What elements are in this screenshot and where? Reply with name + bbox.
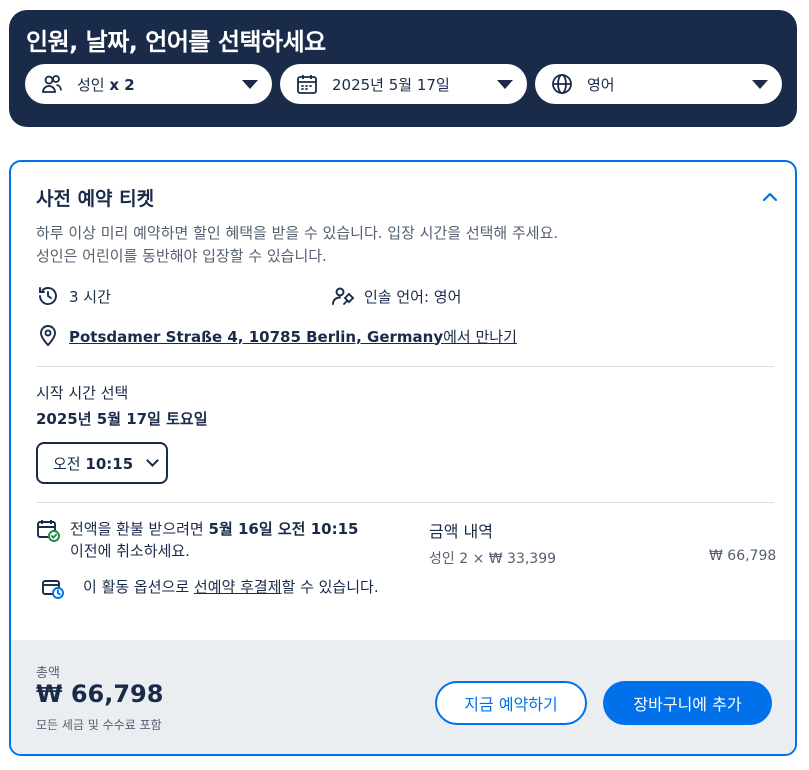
add-to-cart-button[interactable]: 장바구니에 추가 — [603, 681, 772, 725]
time-value: 오전 10:15 — [53, 454, 134, 473]
duration-row: 3 시간 — [36, 284, 111, 308]
caret-down-icon — [497, 79, 513, 89]
checkout-footer: 총액 ₩ 66,798 모든 세금 및 수수료 포함 지금 예약하기 장바구니에… — [11, 640, 795, 754]
price-line-total: ₩ 66,798 — [709, 548, 777, 564]
language-select[interactable]: 영어 — [535, 64, 782, 104]
duration-text: 3 시간 — [69, 287, 111, 306]
participants-value: 성인 x 2 — [77, 75, 135, 94]
guide-icon — [331, 284, 355, 308]
globe-icon — [551, 73, 573, 95]
card-description: 하루 이상 미리 예약하면 할인 혜택을 받을 수 있습니다. 입장 시간을 선… — [36, 224, 559, 265]
people-icon — [41, 73, 63, 95]
meeting-point-link[interactable]: Potsdamer Straße 4, 10785 Berlin, German… — [69, 326, 517, 347]
caret-down-icon — [242, 79, 258, 89]
start-time-label: 시작 시간 선택 — [36, 384, 129, 402]
refund-note: 전액을 환불 받으려면 5월 16일 오전 10:15 이전에 취소하세요. — [36, 518, 376, 562]
reserve-text: 이 활동 옵션으로 선예약 후결제할 수 있습니다. — [83, 578, 379, 596]
clock-history-icon — [36, 284, 60, 308]
refund-text: 전액을 환불 받으려면 5월 16일 오전 10:15 이전에 취소하세요. — [70, 520, 359, 560]
total-price: ₩ 66,798 — [36, 680, 164, 708]
time-select[interactable]: 오전 10:15 — [36, 442, 168, 484]
language-value: 영어 — [587, 75, 615, 94]
selected-date: 2025년 5월 17일 토요일 — [36, 410, 208, 428]
card-title: 사전 예약 티켓 — [36, 188, 155, 210]
participants-select[interactable]: 성인 x 2 — [25, 64, 272, 104]
reserve-note: 이 활동 옵션으로 선예약 후결제할 수 있습니다. — [41, 576, 381, 600]
header-title: 인원, 날짜, 언어를 선택하세요 — [26, 28, 326, 56]
divider — [36, 502, 774, 503]
price-line-label: 성인 2 × ₩ 33,399 — [429, 551, 557, 567]
guide-language-text: 인솔 언어: 영어 — [364, 287, 462, 306]
chevron-up-icon[interactable] — [759, 186, 781, 208]
total-label: 총액 — [36, 666, 60, 681]
date-value: 2025년 5월 17일 — [332, 75, 450, 94]
wallet-clock-icon — [41, 576, 65, 600]
price-breakdown-title: 금액 내역 — [429, 522, 493, 541]
meeting-point-row: Potsdamer Straße 4, 10785 Berlin, German… — [36, 324, 517, 348]
reserve-now-pay-later-link[interactable]: 선예약 후결제 — [194, 578, 282, 596]
caret-down-icon — [752, 79, 768, 89]
chevron-down-icon — [146, 454, 160, 467]
selection-header: 인원, 날짜, 언어를 선택하세요 성인 x 2 2025년 5월 17일 영어 — [9, 10, 797, 127]
calendar-check-icon — [36, 518, 60, 542]
divider — [36, 366, 774, 367]
ticket-option-card: 사전 예약 티켓 하루 이상 미리 예약하면 할인 혜택을 받을 수 있습니다.… — [9, 160, 797, 756]
book-now-button[interactable]: 지금 예약하기 — [435, 681, 587, 725]
tax-note: 모든 세금 및 수수료 포함 — [36, 718, 162, 732]
date-select[interactable]: 2025년 5월 17일 — [280, 64, 527, 104]
calendar-icon — [296, 73, 318, 95]
location-pin-icon — [36, 324, 60, 348]
guide-language-row: 인솔 언어: 영어 — [331, 284, 461, 308]
